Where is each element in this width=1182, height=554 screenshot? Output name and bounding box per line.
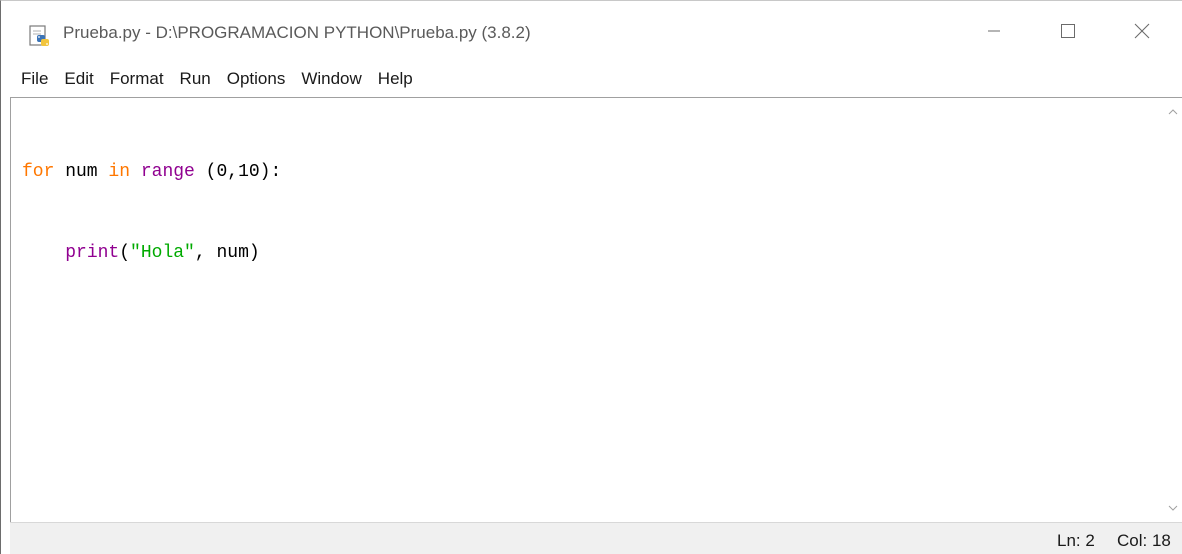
chevron-up-icon bbox=[1168, 103, 1178, 121]
code-line-1: for num in range (0,10): bbox=[22, 159, 281, 186]
code-token: print bbox=[65, 243, 120, 263]
code-line-2: print("Hola", num) bbox=[22, 240, 281, 267]
vertical-scrollbar[interactable] bbox=[1162, 97, 1182, 522]
maximize-button[interactable] bbox=[1045, 13, 1091, 53]
code-token: range bbox=[140, 162, 195, 182]
code-token: , num) bbox=[194, 243, 260, 263]
code-token: (0,10): bbox=[194, 162, 282, 182]
code-token: ( bbox=[119, 243, 131, 263]
chevron-down-icon bbox=[1168, 499, 1178, 517]
maximize-icon bbox=[1060, 23, 1076, 44]
idle-editor-window: Prueba.py - D:\PROGRAMACION PYTHON\Prueb… bbox=[0, 0, 1182, 554]
menu-format[interactable]: Format bbox=[102, 65, 172, 93]
window-title: Prueba.py - D:\PROGRAMACION PYTHON\Prueb… bbox=[63, 23, 531, 42]
status-column-number: Col: 18 bbox=[1117, 531, 1171, 550]
code-token: in bbox=[108, 162, 131, 182]
menu-run[interactable]: Run bbox=[172, 65, 219, 93]
menu-file[interactable]: File bbox=[13, 65, 56, 93]
scroll-down-button[interactable] bbox=[1162, 498, 1182, 518]
code-token: num bbox=[54, 162, 109, 182]
code-token: for bbox=[22, 162, 55, 182]
status-line-number: Ln: 2 bbox=[1057, 531, 1095, 550]
close-button[interactable] bbox=[1119, 13, 1165, 53]
code-editor[interactable]: for num in range (0,10): print("Hola", n… bbox=[10, 97, 1162, 522]
minimize-icon bbox=[987, 24, 1001, 43]
menu-bar: File Edit Format Run Options Window Help bbox=[1, 63, 1182, 95]
scroll-up-button[interactable] bbox=[1162, 102, 1182, 122]
close-icon bbox=[1133, 22, 1151, 45]
menu-edit[interactable]: Edit bbox=[56, 65, 101, 93]
status-bar: Ln: 2 Col: 18 bbox=[10, 522, 1182, 554]
title-bar[interactable]: Prueba.py - D:\PROGRAMACION PYTHON\Prueb… bbox=[1, 1, 1182, 63]
menu-window[interactable]: Window bbox=[293, 65, 369, 93]
code-token: "Hola" bbox=[130, 243, 195, 263]
python-file-icon bbox=[28, 24, 52, 48]
code-text[interactable]: for num in range (0,10): print("Hola", n… bbox=[22, 105, 281, 321]
menu-options[interactable]: Options bbox=[219, 65, 294, 93]
minimize-button[interactable] bbox=[971, 13, 1017, 53]
menu-help[interactable]: Help bbox=[370, 65, 421, 93]
